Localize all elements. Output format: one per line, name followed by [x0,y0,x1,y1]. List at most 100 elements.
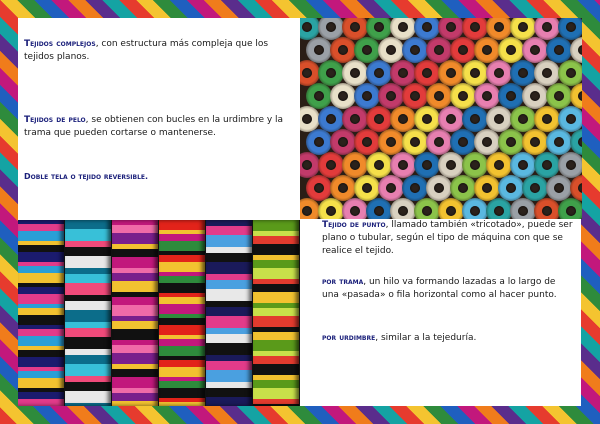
term-por-urdimbre: por urdimbre [322,333,376,343]
thread-spool [498,37,524,63]
thread-spool [342,106,368,132]
thread-spool [378,37,404,63]
thread-spool [378,129,404,155]
thread-spool [366,60,392,86]
term-por-trama: por trama [322,277,364,287]
thread-spool [438,152,464,178]
thread-spool [342,60,368,86]
thread-spool [354,37,380,63]
thread-spool [366,198,392,219]
thread-spool [330,175,356,201]
thread-spool [522,129,548,155]
thread-spool [402,37,428,63]
thread-spool [522,175,548,201]
thread-spool [330,83,356,109]
term-doble-tela: Doble tela o tejido reversible. [24,172,149,181]
thread-spool [534,106,560,132]
thread-spool [534,198,560,219]
woven-cloth [18,220,64,406]
thread-spool [438,198,464,219]
thread-spool [402,83,428,109]
thread-spool [390,198,416,219]
thread-spool [414,198,440,219]
thread-spool [318,106,344,132]
paragraph-tejido-de-punto: Tejido de punto, llamado también «tricot… [322,219,575,258]
thread-spool [318,198,344,219]
thread-spool [522,37,548,63]
thread-spool [366,106,392,132]
thread-spool [390,60,416,86]
thread-spool [354,129,380,155]
term-tejidos-de-pelo: Tejidos de pelo [24,115,86,125]
paragraph-por-trama: por trama, un hilo va formando lazadas a… [322,276,575,302]
thread-spool [510,152,536,178]
thread-spool [486,198,512,219]
thread-spool [438,60,464,86]
thread-spool [558,60,582,86]
thread-spool [510,106,536,132]
thread-spool [306,83,332,109]
thread-spool [534,60,560,86]
thread-spool [474,83,500,109]
paragraph-doble-tela: Doble tela o tejido reversible. [24,170,294,183]
thread-spool [426,129,452,155]
thread-spool [450,129,476,155]
thread-spool [546,83,572,109]
thread-spool [498,129,524,155]
thread-spool [546,175,572,201]
thread-spool [390,106,416,132]
thread-spool [378,83,404,109]
thread-spool [354,83,380,109]
thread-spool [486,152,512,178]
thread-spool [318,152,344,178]
thread-spool [330,129,356,155]
thread-spool [438,106,464,132]
thread-spool [342,198,368,219]
thread-spool [474,129,500,155]
thread-spool [474,175,500,201]
thread-spool [306,175,332,201]
thread-spool [414,152,440,178]
thread-spool [462,198,488,219]
thread-spool [354,175,380,201]
paragraph-tejidos-de-pelo: Tejidos de pelo, se obtienen con bucles … [24,114,294,140]
thread-spool [342,152,368,178]
thread-spool [546,129,572,155]
thread-spool [498,83,524,109]
thread-spool [426,83,452,109]
woven-cloth [253,220,299,406]
thread-spool [522,83,548,109]
thread-spool [450,37,476,63]
thread-spool [558,106,582,132]
woven-cloth [159,220,205,406]
thread-spools-photo [300,18,582,219]
thread-spool [486,60,512,86]
thread-spool [498,175,524,201]
thread-spool [426,175,452,201]
woven-cloth [112,220,158,406]
thread-spool [510,198,536,219]
woven-textiles-photo [18,220,300,406]
term-tejido-de-punto: Tejido de punto [322,220,386,230]
thread-spool [510,60,536,86]
thread-spool [402,175,428,201]
text-panel-bottom-right: Tejido de punto, llamado también «tricot… [300,219,581,406]
thread-spool [414,60,440,86]
paragraph-por-urdimbre: por urdimbre, similar a la tejeduría. [322,332,575,345]
thread-spool [390,152,416,178]
thread-spool [462,106,488,132]
thread-spool [546,37,572,63]
woven-cloth [65,220,111,406]
thread-spool [414,106,440,132]
thread-spool [378,175,404,201]
thread-spool [462,152,488,178]
thread-spool [534,152,560,178]
thread-spool [330,37,356,63]
thread-spool [426,37,452,63]
thread-spool [486,106,512,132]
thread-spool [474,37,500,63]
thread-spool [462,60,488,86]
term-tejidos-complejos: Tejidos complejos [24,39,96,49]
thread-spool [558,152,582,178]
thread-spool [306,37,332,63]
